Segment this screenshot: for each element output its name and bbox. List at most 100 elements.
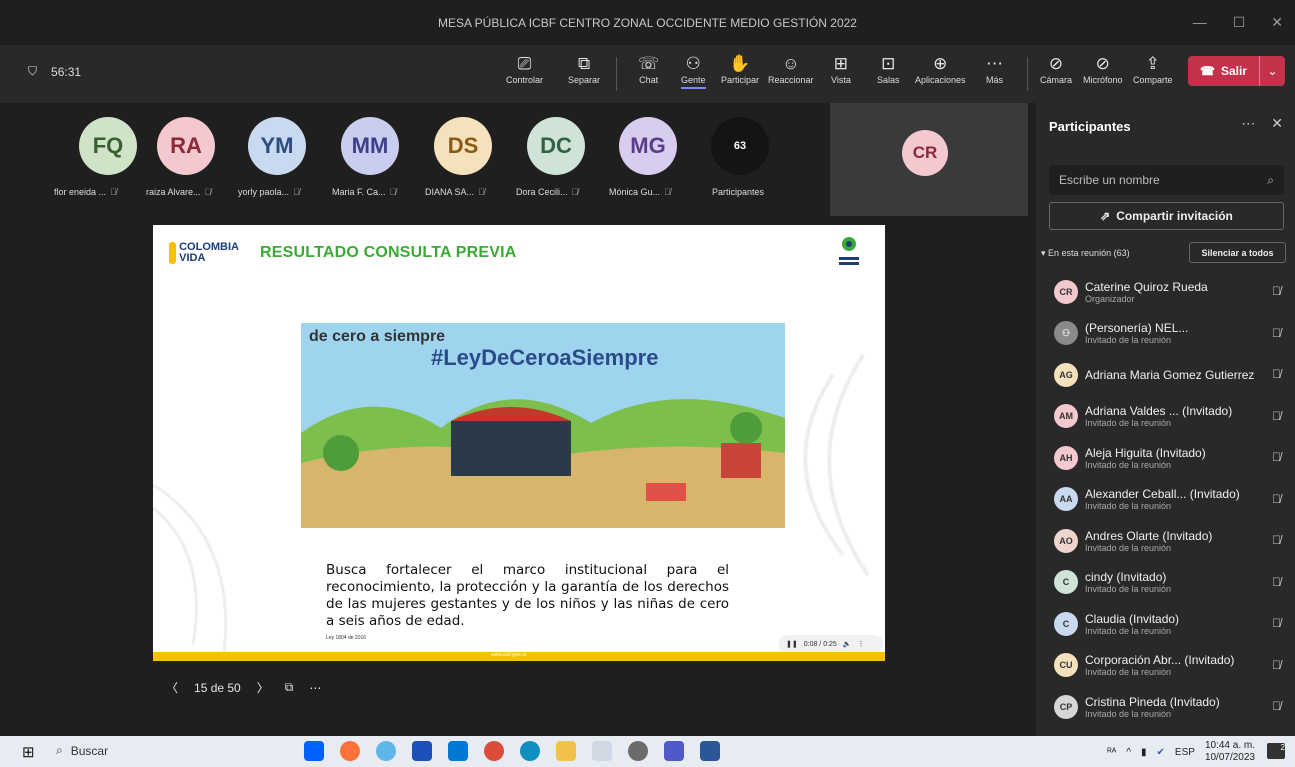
mic-button[interactable]: ⊘ Micrófono bbox=[1083, 53, 1123, 85]
popout-icon: ⧉ bbox=[577, 54, 591, 73]
logo-mark-icon bbox=[169, 242, 177, 264]
list-item[interactable]: CP Cristina Pineda (Invitado) Invitado de … bbox=[1036, 686, 1295, 728]
avatar[interactable]: MM bbox=[341, 117, 399, 175]
chat-button[interactable]: ☏ Chat bbox=[638, 53, 659, 85]
taskbar-search[interactable]: ⌕ Buscar bbox=[56, 743, 108, 758]
more-icon[interactable]: ⋯ bbox=[1241, 115, 1255, 132]
chevron-up-icon[interactable]: ^ bbox=[1126, 747, 1131, 758]
settings-icon[interactable] bbox=[628, 741, 648, 761]
avatar[interactable]: RA bbox=[157, 117, 215, 175]
panel-title: Participantes bbox=[1049, 119, 1131, 134]
video-player[interactable]: ❚❚ 0:08 / 0:25 🔈 ⋮ bbox=[778, 635, 883, 653]
edge-icon[interactable] bbox=[520, 741, 540, 761]
notification-center-icon[interactable]: 2 bbox=[1267, 743, 1285, 759]
list-item[interactable]: ⚇ (Personería) NEL... Invitado de la reuni… bbox=[1036, 313, 1295, 355]
mail-icon[interactable] bbox=[448, 741, 468, 761]
search-icon: ⌕ bbox=[56, 743, 63, 757]
avatar-name-text: Dora Cecili... bbox=[516, 187, 568, 197]
minimize-button[interactable]: — bbox=[1193, 14, 1207, 31]
mic-off-icon[interactable]: 🎙̸ bbox=[1272, 658, 1281, 672]
list-item[interactable]: C Claudia (Invitado) Invitado de la reunió… bbox=[1036, 603, 1295, 645]
dropbox-icon[interactable] bbox=[304, 741, 324, 761]
list-item[interactable]: AM Adriana Valdes ... (Invitado) Invitado … bbox=[1036, 396, 1295, 438]
avatar-name-text: Maria F. Ca... bbox=[332, 187, 386, 197]
avatar[interactable]: FQ bbox=[79, 117, 137, 175]
participant-search-input[interactable]: Escribe un nombre ⌕ bbox=[1049, 165, 1284, 195]
list-item[interactable]: CU Corporación Abr... (Invitado) Invitado … bbox=[1036, 645, 1295, 687]
rooms-button[interactable]: ⊡ Salas bbox=[877, 53, 900, 85]
list-item[interactable]: AG Adriana Maria Gomez Gutierrez 🎙̸ bbox=[1036, 354, 1295, 396]
camera-button[interactable]: ⊘ Cámara bbox=[1040, 53, 1072, 85]
language-indicator[interactable]: ESP bbox=[1175, 747, 1195, 758]
pause-icon[interactable]: ❚❚ bbox=[786, 640, 798, 648]
participant-name: Andres Olarte (Invitado) bbox=[1085, 528, 1213, 543]
people-icon[interactable]: ᴿᴬ bbox=[1107, 747, 1116, 758]
list-item[interactable]: AA Alexander Ceball... (Invitado) Invitado… bbox=[1036, 479, 1295, 521]
popout-button[interactable]: ⧉ Separar bbox=[568, 53, 600, 85]
avatar[interactable]: DC bbox=[527, 117, 585, 175]
mic-off-icon[interactable]: 🎙̸ bbox=[1272, 533, 1281, 547]
chevron-right-icon[interactable]: 〉 bbox=[257, 679, 269, 696]
close-icon[interactable]: ✕ bbox=[1271, 115, 1283, 132]
mic-off-icon[interactable]: 🎙̸ bbox=[1272, 367, 1281, 381]
firefox-icon[interactable] bbox=[340, 741, 360, 761]
file-explorer-icon[interactable] bbox=[556, 741, 576, 761]
maximize-button[interactable]: ☐ bbox=[1233, 14, 1246, 31]
mic-off-icon[interactable]: 🎙̸ bbox=[1272, 699, 1281, 713]
teams-icon[interactable] bbox=[664, 741, 684, 761]
more-icon[interactable]: ⋮ bbox=[858, 640, 865, 648]
leave-button[interactable]: ☎ Salir ⌄ bbox=[1188, 56, 1285, 86]
mute-all-button[interactable]: Silenciar a todos bbox=[1189, 242, 1286, 263]
chevron-down-icon[interactable]: ⌄ bbox=[1259, 56, 1285, 86]
list-item[interactable]: CR Caterine Quiroz Rueda Organizador 🎙̸ bbox=[1036, 271, 1295, 313]
mic-off-icon[interactable]: 🎙̸ bbox=[1272, 575, 1281, 589]
shield-icon: ⛉ bbox=[28, 64, 38, 78]
list-item[interactable]: AH Aleja Higuita (Invitado) Invitado de la… bbox=[1036, 437, 1295, 479]
battery-icon[interactable]: ▮ bbox=[1141, 747, 1147, 758]
control-button[interactable]: ⎚ Controlar bbox=[506, 53, 543, 85]
avatar[interactable]: YM bbox=[248, 117, 306, 175]
mic-off-icon[interactable]: 🎙̸ bbox=[1272, 450, 1281, 464]
slide-footer: www.icbf.gov.co bbox=[153, 652, 885, 661]
participant-role: Organizador bbox=[1085, 293, 1135, 304]
chevron-left-icon[interactable]: 〈 bbox=[166, 679, 178, 696]
list-item[interactable]: Ccindy (Invitado) Invitado de la reunión 🎙… bbox=[1036, 562, 1295, 604]
shared-slide: COLOMBIA VIDA RESULTADO CONSULTA PREVIA … bbox=[153, 225, 885, 661]
documents-icon[interactable] bbox=[592, 741, 612, 761]
mic-off-icon[interactable]: 🎙̸ bbox=[1272, 326, 1281, 340]
mic-off-icon[interactable]: 🎙̸ bbox=[1272, 492, 1281, 506]
close-button[interactable]: ✕ bbox=[1271, 14, 1283, 31]
in-meeting-section[interactable]: ▾ En esta reunión (63) bbox=[1041, 248, 1130, 259]
internet-explorer-icon[interactable] bbox=[376, 741, 396, 761]
slide-sorter-icon[interactable]: ⧉ bbox=[285, 680, 294, 695]
list-item[interactable]: AO Andres Olarte (Invitado) Invitado de la… bbox=[1036, 520, 1295, 562]
spotlight-tile[interactable]: CR bbox=[830, 103, 1028, 216]
participant-overflow[interactable]: 63 bbox=[711, 117, 769, 175]
raise-hand-button[interactable]: ✋ Participar bbox=[721, 53, 759, 85]
mic-off-icon[interactable]: 🎙̸ bbox=[1272, 616, 1281, 630]
mic-off-icon[interactable]: 🎙̸ bbox=[1272, 409, 1281, 423]
volume-icon[interactable]: 🔈 bbox=[843, 640, 852, 648]
view-button[interactable]: ⊞ Vista bbox=[831, 53, 851, 85]
share-screen-button[interactable]: ⇪ Comparte bbox=[1133, 53, 1173, 85]
chrome-icon[interactable] bbox=[484, 741, 504, 761]
word-icon[interactable] bbox=[700, 741, 720, 761]
react-button[interactable]: ☺ Reaccionar bbox=[768, 53, 814, 85]
slide-navigation: 〈 15 de 50 〉 ⧉ ⋯ bbox=[166, 679, 321, 696]
more-icon[interactable]: ⋯ bbox=[309, 681, 321, 695]
window-title: MESA PÚBLICA ICBF CENTRO ZONAL OCCIDENTE… bbox=[438, 15, 857, 30]
emoji-icon: ☺ bbox=[782, 54, 800, 73]
windows-start-icon[interactable]: ⊞ bbox=[22, 743, 35, 761]
mic-off-icon[interactable]: 🎙̸ bbox=[1272, 284, 1281, 298]
calculator-icon[interactable] bbox=[412, 741, 432, 761]
clock-time: 10:44 a. m. bbox=[1204, 740, 1255, 751]
avatar[interactable]: DS bbox=[434, 117, 492, 175]
apps-button[interactable]: ⊕ Aplicaciones bbox=[915, 53, 966, 85]
security-icon[interactable]: ✔ bbox=[1157, 747, 1165, 758]
share-invite-button[interactable]: ⇗ Compartir invitación bbox=[1049, 202, 1284, 230]
people-button[interactable]: ⚇ Gente bbox=[681, 53, 706, 89]
avatar[interactable]: MG bbox=[619, 117, 677, 175]
avatar-name-text: yorly paola... bbox=[238, 187, 290, 197]
clock[interactable]: 10:44 a. m. 10/07/2023 bbox=[1205, 740, 1255, 764]
more-button[interactable]: ⋯ Más bbox=[986, 53, 1003, 85]
